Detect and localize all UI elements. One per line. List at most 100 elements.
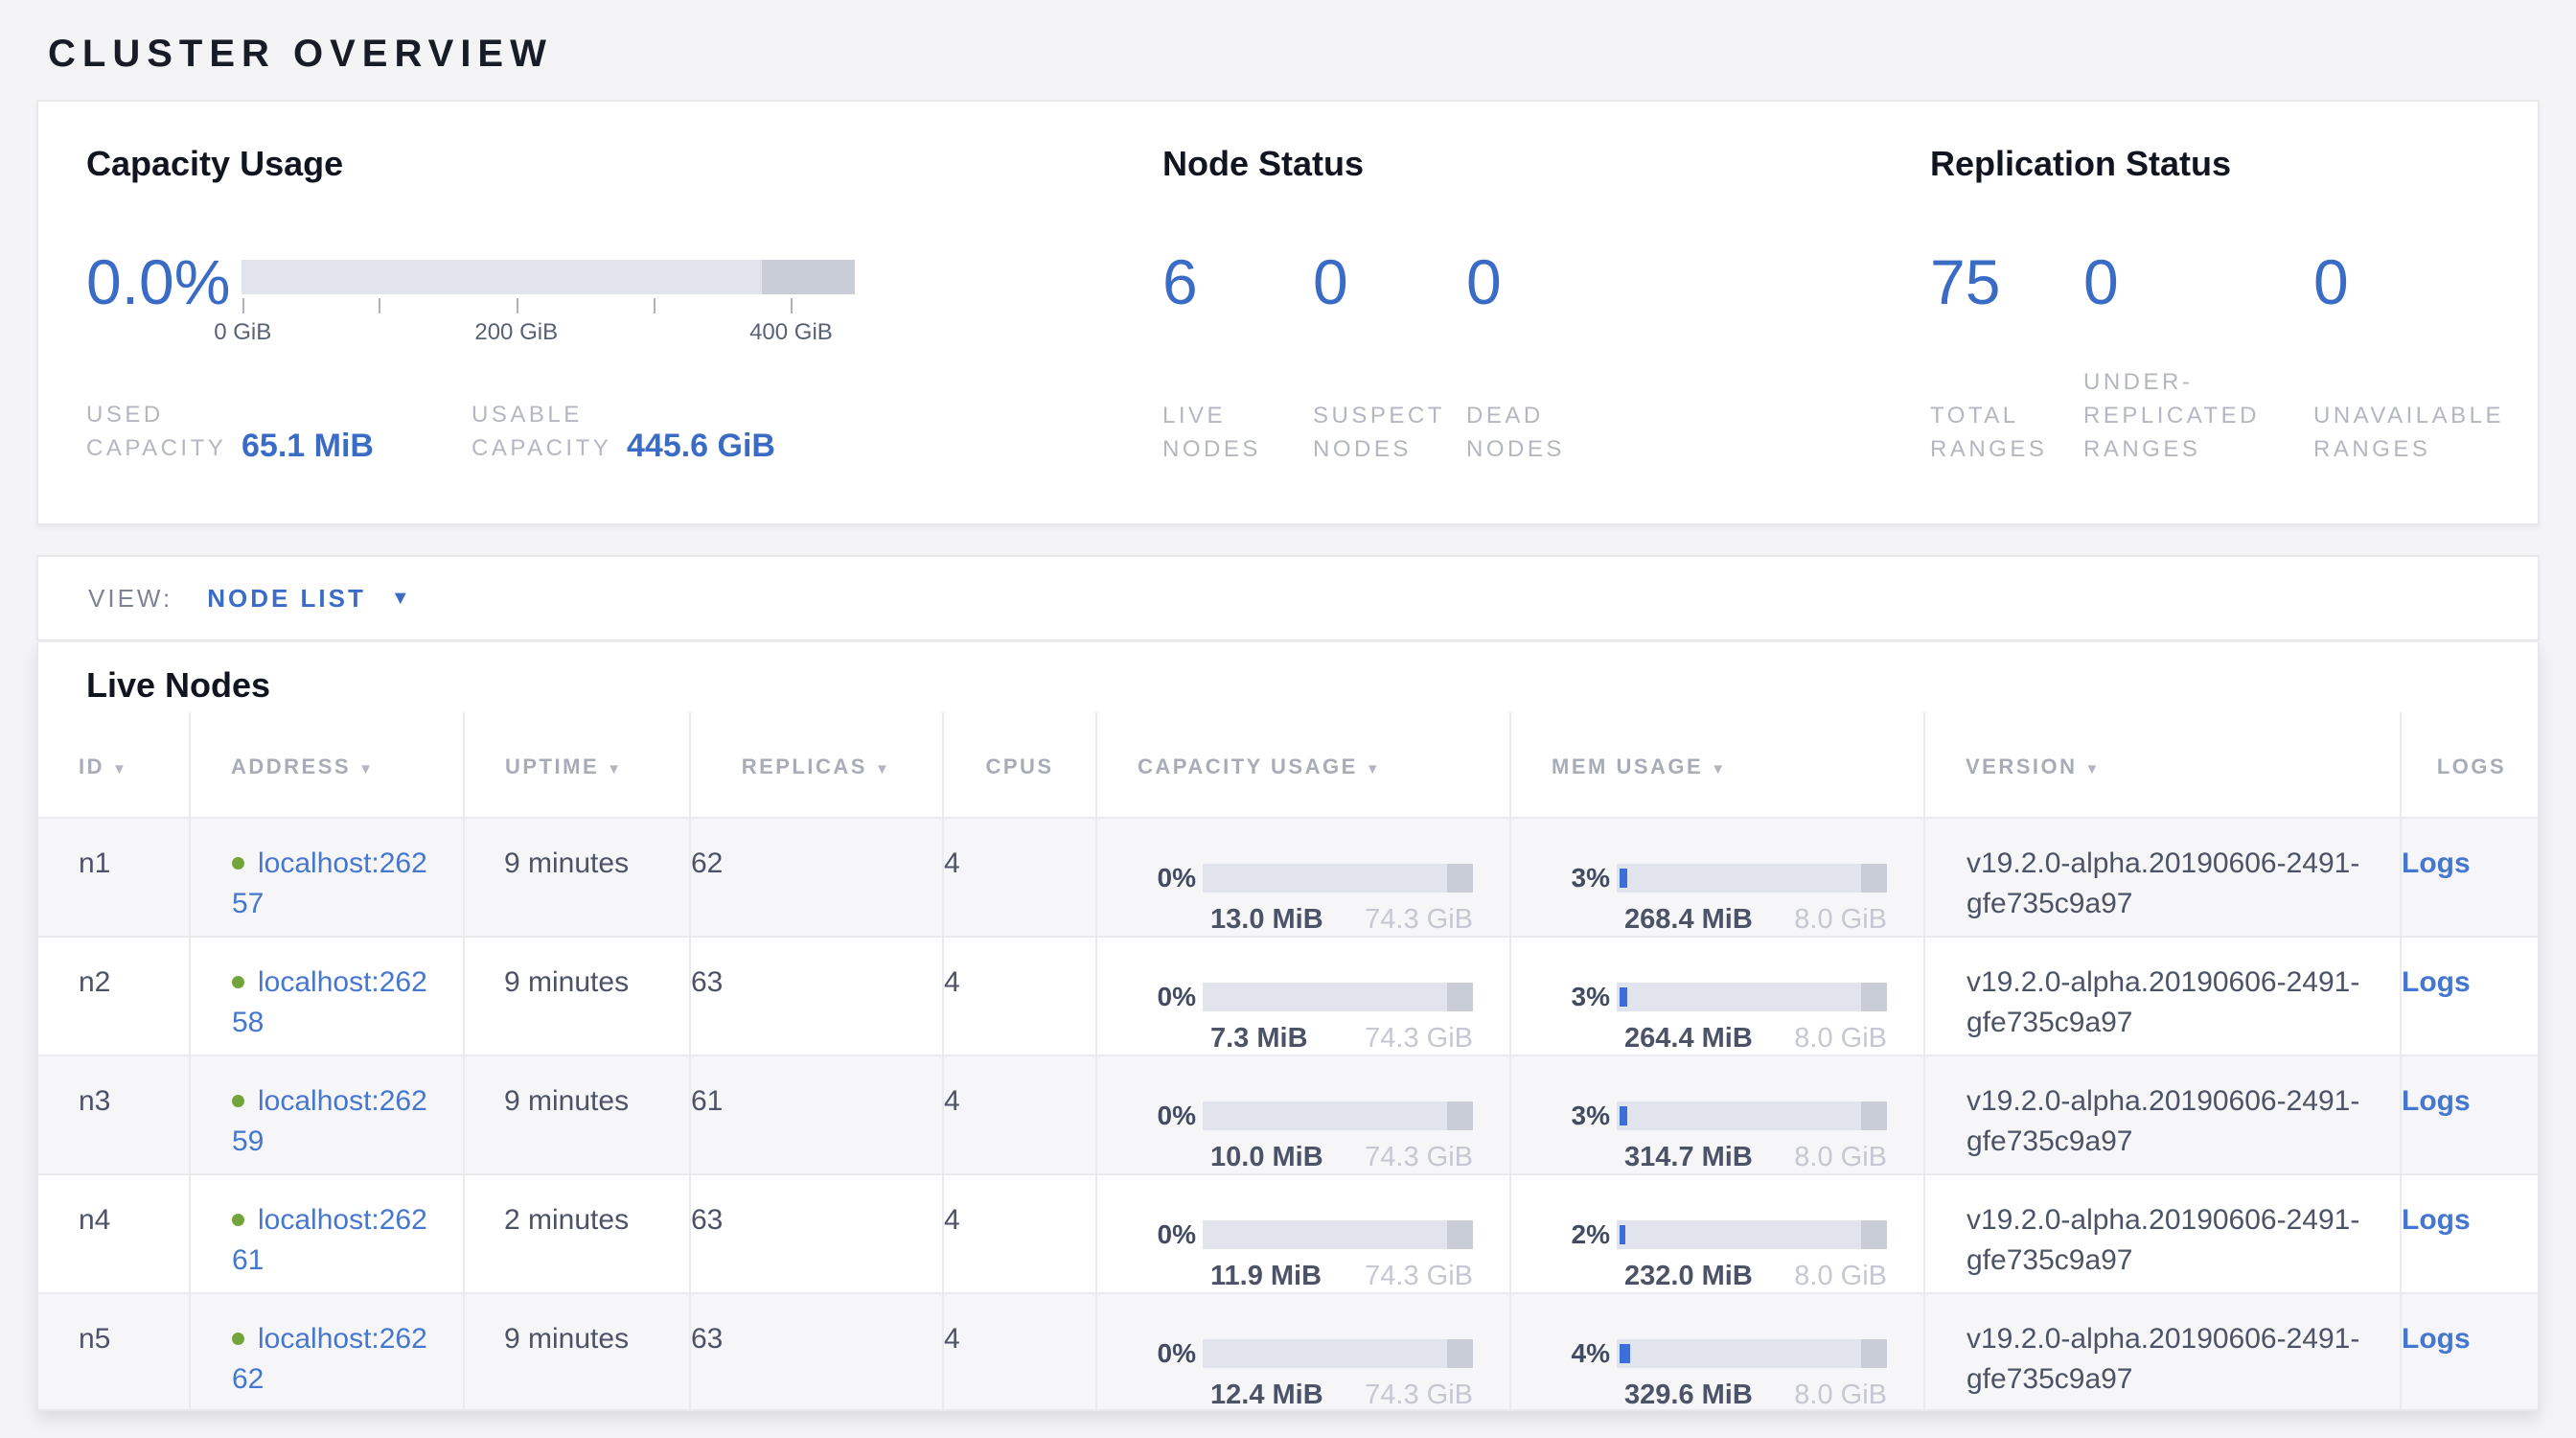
capacity-reserved-segment <box>1447 1339 1473 1368</box>
logs-link[interactable]: Logs <box>2402 1204 2471 1236</box>
capacity-used-value: 10.0 MiB <box>1203 1142 1323 1173</box>
axis-tick <box>379 298 380 313</box>
table-row: n3 localhost:26259 9 minutes 61 4 0% 10.… <box>38 1055 2540 1174</box>
capacity-usage-section: Capacity Usage 0.0% 0 GiB200 GiB400 GiB … <box>86 144 1162 523</box>
capacity-total-value: 74.3 GiB <box>1365 1023 1473 1055</box>
capacity-usage-bar <box>1203 1102 1473 1130</box>
node-uptime-cell: 9 minutes <box>464 818 690 937</box>
column-header-replicas[interactable]: REPLICAS▼ <box>690 712 943 818</box>
replication-status-heading: Replication Status <box>1930 144 2538 186</box>
capacity-total-value: 74.3 GiB <box>1365 1261 1473 1292</box>
usable-capacity-stat: USABLE CAPACITY 445.6 GiB <box>472 398 775 465</box>
node-address-link[interactable]: localhost:26261 <box>232 1200 435 1281</box>
axis-tick-label: 200 GiB <box>474 319 558 346</box>
node-address-cell: localhost:26259 <box>190 1055 464 1174</box>
node-live-status-icon <box>232 857 244 870</box>
node-mem-usage-cell: 4% 329.6 MiB 8.0 GiB <box>1510 1293 1924 1411</box>
column-header-cpus: CPUS <box>943 712 1096 818</box>
mem-fill-segment <box>1620 869 1627 888</box>
mem-reserved-segment <box>1861 983 1887 1011</box>
capacity-usage-bar <box>1203 864 1473 893</box>
capacity-used-value: 7.3 MiB <box>1203 1023 1308 1055</box>
node-uptime-cell: 2 minutes <box>464 1174 690 1293</box>
view-label: VIEW: <box>88 584 172 614</box>
node-address-cell: localhost:26258 <box>190 937 464 1055</box>
column-header-address[interactable]: ADDRESS▼ <box>190 712 464 818</box>
column-header-version[interactable]: VERSION▼ <box>1924 712 2401 818</box>
column-header-memory[interactable]: MEM USAGE▼ <box>1510 712 1924 818</box>
mem-used-value: 232.0 MiB <box>1617 1261 1753 1292</box>
node-capacity-usage-cell: 0% 10.0 MiB 74.3 GiB <box>1096 1055 1510 1174</box>
sort-caret-icon: ▼ <box>875 761 891 777</box>
capacity-axis-labels: 0 GiB200 GiB400 GiB <box>242 319 855 348</box>
column-header-id[interactable]: ID▼ <box>38 712 190 818</box>
table-row: n2 localhost:26258 9 minutes 63 4 0% 7.3… <box>38 937 2540 1055</box>
logs-link[interactable]: Logs <box>2402 1323 2471 1355</box>
mem-usage-bar <box>1617 864 1887 893</box>
logs-link[interactable]: Logs <box>2402 1085 2471 1117</box>
axis-tick <box>791 298 793 313</box>
live-nodes-label: LIVE NODES <box>1162 399 1292 466</box>
mem-usage-bar <box>1617 1220 1887 1249</box>
node-address-link[interactable]: localhost:26257 <box>232 844 435 924</box>
unavailable-ranges-label: UNAVAILABLE RANGES <box>2313 399 2510 466</box>
node-address-link[interactable]: localhost:26262 <box>232 1319 435 1400</box>
suspect-nodes-count: 0 <box>1313 250 1466 313</box>
view-dropdown-value[interactable]: NODE LIST <box>207 584 366 614</box>
view-dropdown[interactable]: NODE LIST ▼ <box>207 584 409 614</box>
cluster-overview-page: CLUSTER OVERVIEW Capacity Usage 0.0% 0 G… <box>0 0 2576 1411</box>
mem-fill-segment <box>1620 987 1627 1007</box>
capacity-reserved-segment <box>1447 1220 1473 1249</box>
view-selector-bar: VIEW: NODE LIST ▼ <box>36 555 2540 639</box>
sort-caret-icon: ▼ <box>1366 761 1382 777</box>
page-title: CLUSTER OVERVIEW <box>48 33 2540 100</box>
sort-caret-icon: ▼ <box>112 761 128 777</box>
axis-tick-label: 400 GiB <box>749 319 833 346</box>
mem-fill-segment <box>1620 1344 1630 1363</box>
mem-total-value: 8.0 GiB <box>1794 1142 1887 1173</box>
total-ranges-label: TOTAL RANGES <box>1930 399 2059 466</box>
column-header-capacity[interactable]: CAPACITY USAGE▼ <box>1096 712 1510 818</box>
node-logs-cell: Logs <box>2401 818 2540 937</box>
usable-capacity-value: 445.6 GiB <box>627 427 775 465</box>
node-capacity-usage-cell: 0% 11.9 MiB 74.3 GiB <box>1096 1174 1510 1293</box>
logs-link[interactable]: Logs <box>2402 847 2471 879</box>
mem-fill-segment <box>1620 1106 1627 1125</box>
capacity-percent-label: 0% <box>1097 1338 1196 1369</box>
total-ranges-count: 75 <box>1930 250 2083 313</box>
usable-capacity-label: USABLE CAPACITY <box>472 398 627 465</box>
node-address-link[interactable]: localhost:26259 <box>232 1081 435 1162</box>
mem-reserved-segment <box>1861 1339 1887 1368</box>
table-row: n5 localhost:26262 9 minutes 63 4 0% 12.… <box>38 1293 2540 1411</box>
node-capacity-usage-cell: 0% 12.4 MiB 74.3 GiB <box>1096 1293 1510 1411</box>
capacity-total-value: 74.3 GiB <box>1365 904 1473 936</box>
mem-reserved-segment <box>1861 1220 1887 1249</box>
capacity-percent-label: 0% <box>1097 863 1196 893</box>
mem-used-value: 268.4 MiB <box>1617 904 1753 936</box>
under-replicated-ranges-label: UNDER-REPLICATED RANGES <box>2083 365 2275 466</box>
mem-used-value: 264.4 MiB <box>1617 1023 1753 1055</box>
logs-link[interactable]: Logs <box>2402 966 2471 998</box>
sort-caret-icon: ▼ <box>2085 761 2102 777</box>
node-live-status-icon <box>232 1333 244 1345</box>
node-logs-cell: Logs <box>2401 1293 2540 1411</box>
table-row: n1 localhost:26257 9 minutes 62 4 0% 13.… <box>38 818 2540 937</box>
used-capacity-label: USED CAPACITY <box>86 398 242 465</box>
mem-used-value: 314.7 MiB <box>1617 1142 1753 1173</box>
capacity-percent-label: 0% <box>1097 1219 1196 1250</box>
node-mem-usage-cell: 2% 232.0 MiB 8.0 GiB <box>1510 1174 1924 1293</box>
capacity-used-value: 12.4 MiB <box>1203 1380 1323 1411</box>
node-address-link[interactable]: localhost:26258 <box>232 963 435 1043</box>
node-version-cell: v19.2.0-alpha.20190606-2491-gfe735c9a97 <box>1924 1293 2401 1411</box>
used-capacity-value: 65.1 MiB <box>242 427 374 465</box>
mem-usage-bar <box>1617 1102 1887 1130</box>
node-mem-usage-cell: 3% 314.7 MiB 8.0 GiB <box>1510 1055 1924 1174</box>
node-logs-cell: Logs <box>2401 1055 2540 1174</box>
mem-fill-segment <box>1620 1225 1625 1244</box>
mem-used-value: 329.6 MiB <box>1617 1380 1753 1411</box>
mem-usage-bar <box>1617 1339 1887 1368</box>
column-header-uptime[interactable]: UPTIME▼ <box>464 712 690 818</box>
mem-total-value: 8.0 GiB <box>1794 1023 1887 1055</box>
capacity-usage-bar <box>1203 983 1473 1011</box>
capacity-total-value: 74.3 GiB <box>1365 1142 1473 1173</box>
